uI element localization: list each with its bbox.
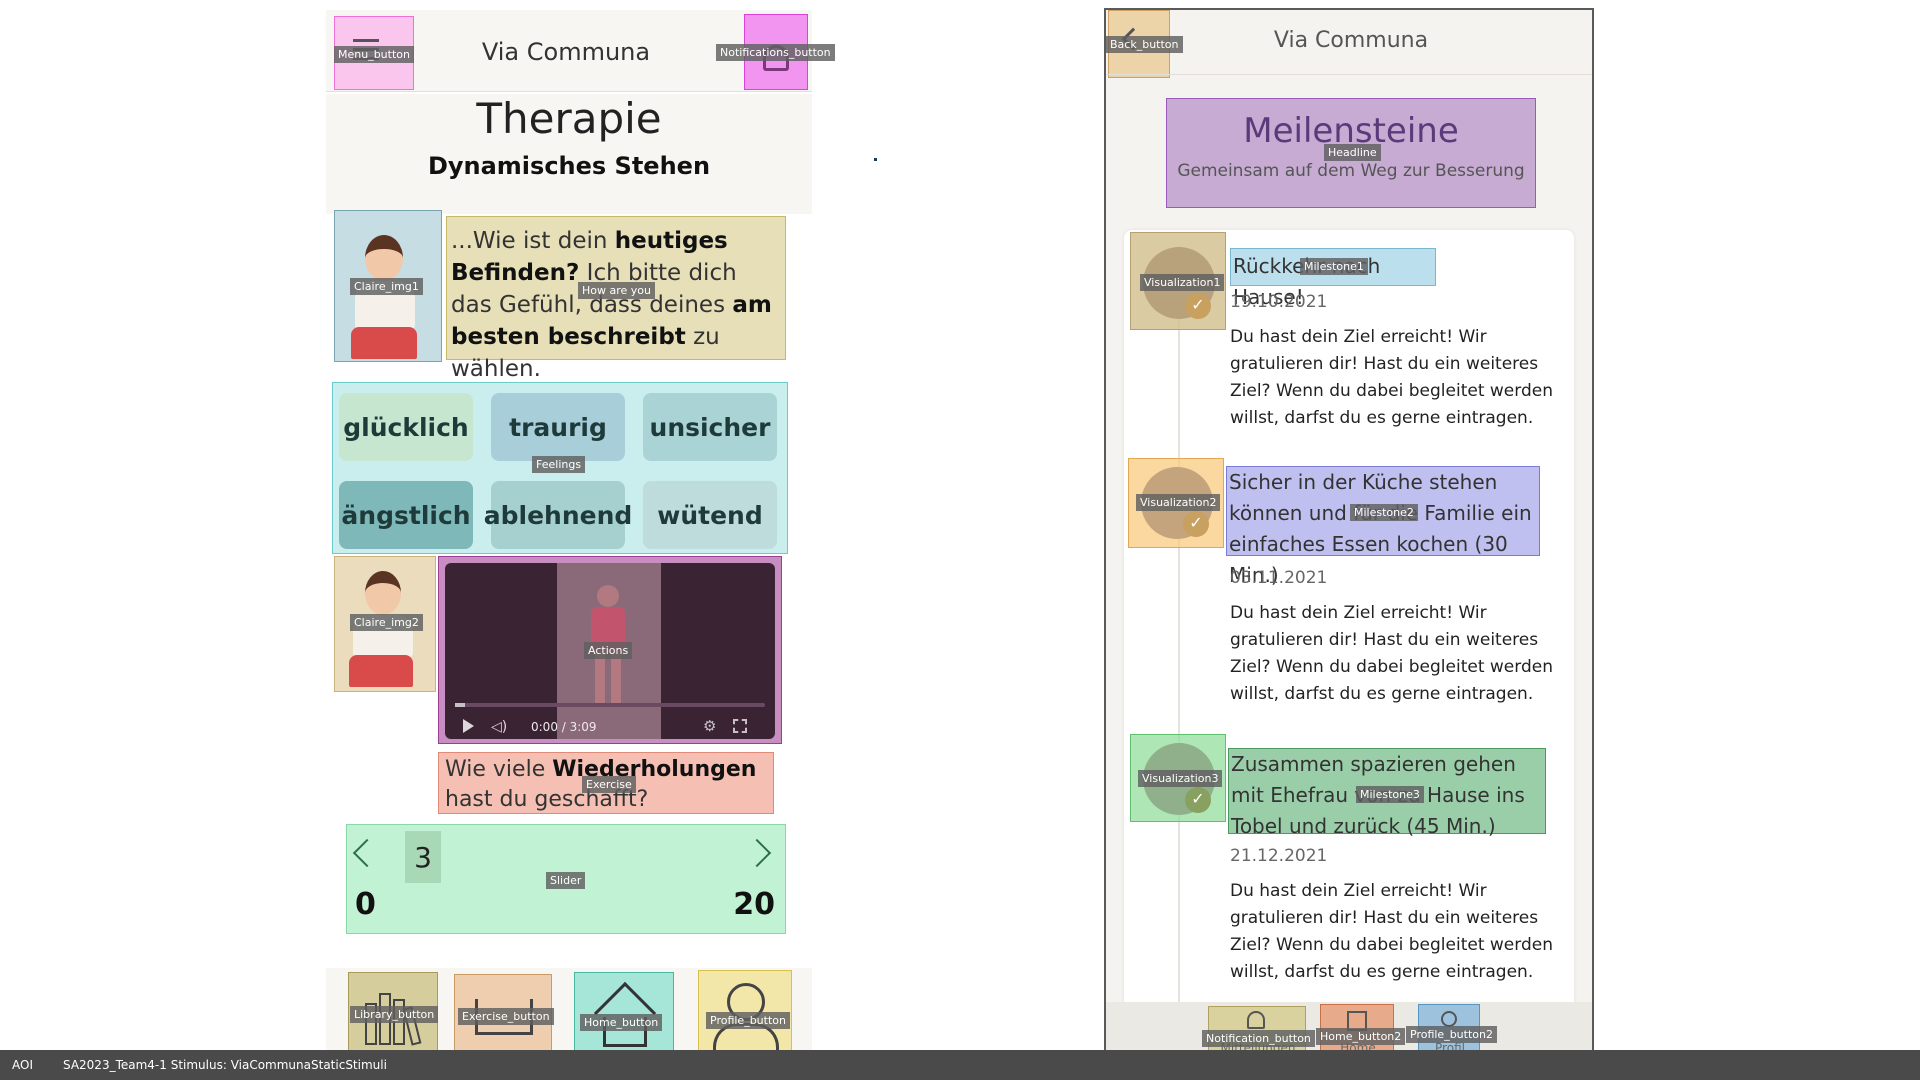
page-subtitle: Dynamisches Stehen xyxy=(427,152,711,180)
aoi-label-ms2: Milestone2 xyxy=(1350,504,1418,522)
milestone-2-date: 03.11.2021 xyxy=(1230,568,1328,588)
aoi-label-vis3: Visualization3 xyxy=(1138,770,1223,788)
app-title: Via Communa xyxy=(481,38,651,66)
settings-icon[interactable]: ⚙ xyxy=(703,717,716,735)
headline-subtitle: Gemeinsam auf dem Weg zur Besserung xyxy=(1177,161,1525,181)
volume-icon[interactable]: ◁) xyxy=(491,719,507,735)
claire-skirt xyxy=(349,655,413,687)
person-icon xyxy=(1441,1011,1457,1027)
claire-skirt xyxy=(351,327,417,359)
slider-prev-arrow[interactable] xyxy=(352,838,382,868)
right-phone-screen: Back_button Via Communa Meilensteine Gem… xyxy=(1104,8,1594,1062)
aoi-label-headline: Headline xyxy=(1324,144,1381,162)
right-app-title: Via Communa xyxy=(1273,28,1429,53)
aoi-label-profile: Profile_button xyxy=(706,1012,790,1030)
aoi-label-notification-button: Notification_button xyxy=(1202,1030,1315,1048)
aoi-label-feelings: Feelings xyxy=(532,456,586,474)
video-time: 0:00 / 3:09 xyxy=(531,720,597,734)
aoi-label-profile2: Profile_button2 xyxy=(1406,1026,1497,1044)
feeling-unsicher[interactable]: unsicher xyxy=(643,393,777,461)
feeling-wuetend[interactable]: wütend xyxy=(643,481,777,549)
slider-min: 0 xyxy=(355,887,376,922)
aoi-label-claire2: Claire_img2 xyxy=(350,614,423,632)
aoi-label-vis1: Visualization1 xyxy=(1140,274,1225,292)
feeling-traurig[interactable]: traurig xyxy=(491,393,625,461)
aoi-label-exercise-button: Exercise_button xyxy=(458,1008,554,1026)
footer-info: SA2023_Team4-1 Stimulus: ViaCommunaStati… xyxy=(62,1058,387,1072)
slider-value: 3 xyxy=(405,831,441,883)
feeling-aengstlich[interactable]: ängstlich xyxy=(339,481,473,549)
aoi-label-exercise: Exercise xyxy=(582,776,636,794)
check-badge-icon: ✓ xyxy=(1185,293,1211,319)
claire-head xyxy=(365,235,403,281)
aoi-label-back: Back_button xyxy=(1106,36,1183,54)
video-progress-bar[interactable] xyxy=(455,703,765,707)
aoi-label-claire1: Claire_img1 xyxy=(350,278,423,296)
aoi-label-how-are-you: How are you xyxy=(578,282,655,300)
slider-max: 20 xyxy=(733,887,775,922)
aoi-label-vis2: Visualization2 xyxy=(1136,494,1221,512)
aoi-label-actions: Actions xyxy=(584,642,633,660)
slider-next-arrow[interactable] xyxy=(742,838,772,868)
stray-mark xyxy=(874,158,877,161)
aoi-label-home: Home_button xyxy=(580,1014,663,1032)
aoi-label-home2: Home_button2 xyxy=(1316,1028,1406,1046)
header-divider xyxy=(1106,74,1592,75)
milestone-1-body: Du hast dein Ziel erreicht! Wir gratulie… xyxy=(1230,327,1553,428)
app-header: Menu_button Via Communa Notifications_bu… xyxy=(326,10,835,92)
bell-icon xyxy=(1247,1011,1265,1029)
aoi-label-library: Library_button xyxy=(350,1006,439,1024)
play-icon[interactable] xyxy=(463,719,474,733)
aoi-label-notifications: Notifications_button xyxy=(716,44,835,62)
page-title-area: Therapie Dynamisches Stehen xyxy=(326,94,812,214)
left-phone-screen: Menu_button Via Communa Notifications_bu… xyxy=(326,10,835,1068)
aoi-label-slider: Slider xyxy=(546,872,586,890)
milestone-3-date: 21.12.2021 xyxy=(1230,846,1328,866)
prompt-text-1: ...Wie ist dein xyxy=(451,228,615,254)
page-title: Therapie xyxy=(476,94,662,143)
timeline-line xyxy=(1178,290,1180,1010)
aoi-label-ms1: Milestone1 xyxy=(1300,258,1368,276)
exercise-text-1: Wie viele xyxy=(445,757,553,782)
milestone-1-date: 19.10.2021 xyxy=(1230,292,1328,312)
check-badge-icon: ✓ xyxy=(1185,787,1211,813)
aoi-label-ms3: Milestone3 xyxy=(1356,786,1424,804)
feeling-ablehnend[interactable]: ablehnend xyxy=(484,481,632,549)
status-footer: AOI SA2023_Team4-1 Stimulus: ViaCommunaS… xyxy=(0,1050,1920,1080)
person-figure xyxy=(597,585,619,607)
check-badge-icon: ✓ xyxy=(1183,511,1209,537)
milestone-2-body: Du hast dein Ziel erreicht! Wir gratulie… xyxy=(1230,603,1553,704)
claire-head xyxy=(365,571,401,615)
fullscreen-icon[interactable] xyxy=(733,719,747,733)
feeling-gluecklich[interactable]: glücklich xyxy=(339,393,473,461)
milestone-3-body: Du hast dein Ziel erreicht! Wir gratulie… xyxy=(1230,881,1553,982)
footer-aoi-label: AOI xyxy=(12,1058,33,1072)
aoi-label-menu: Menu_button xyxy=(334,46,414,64)
